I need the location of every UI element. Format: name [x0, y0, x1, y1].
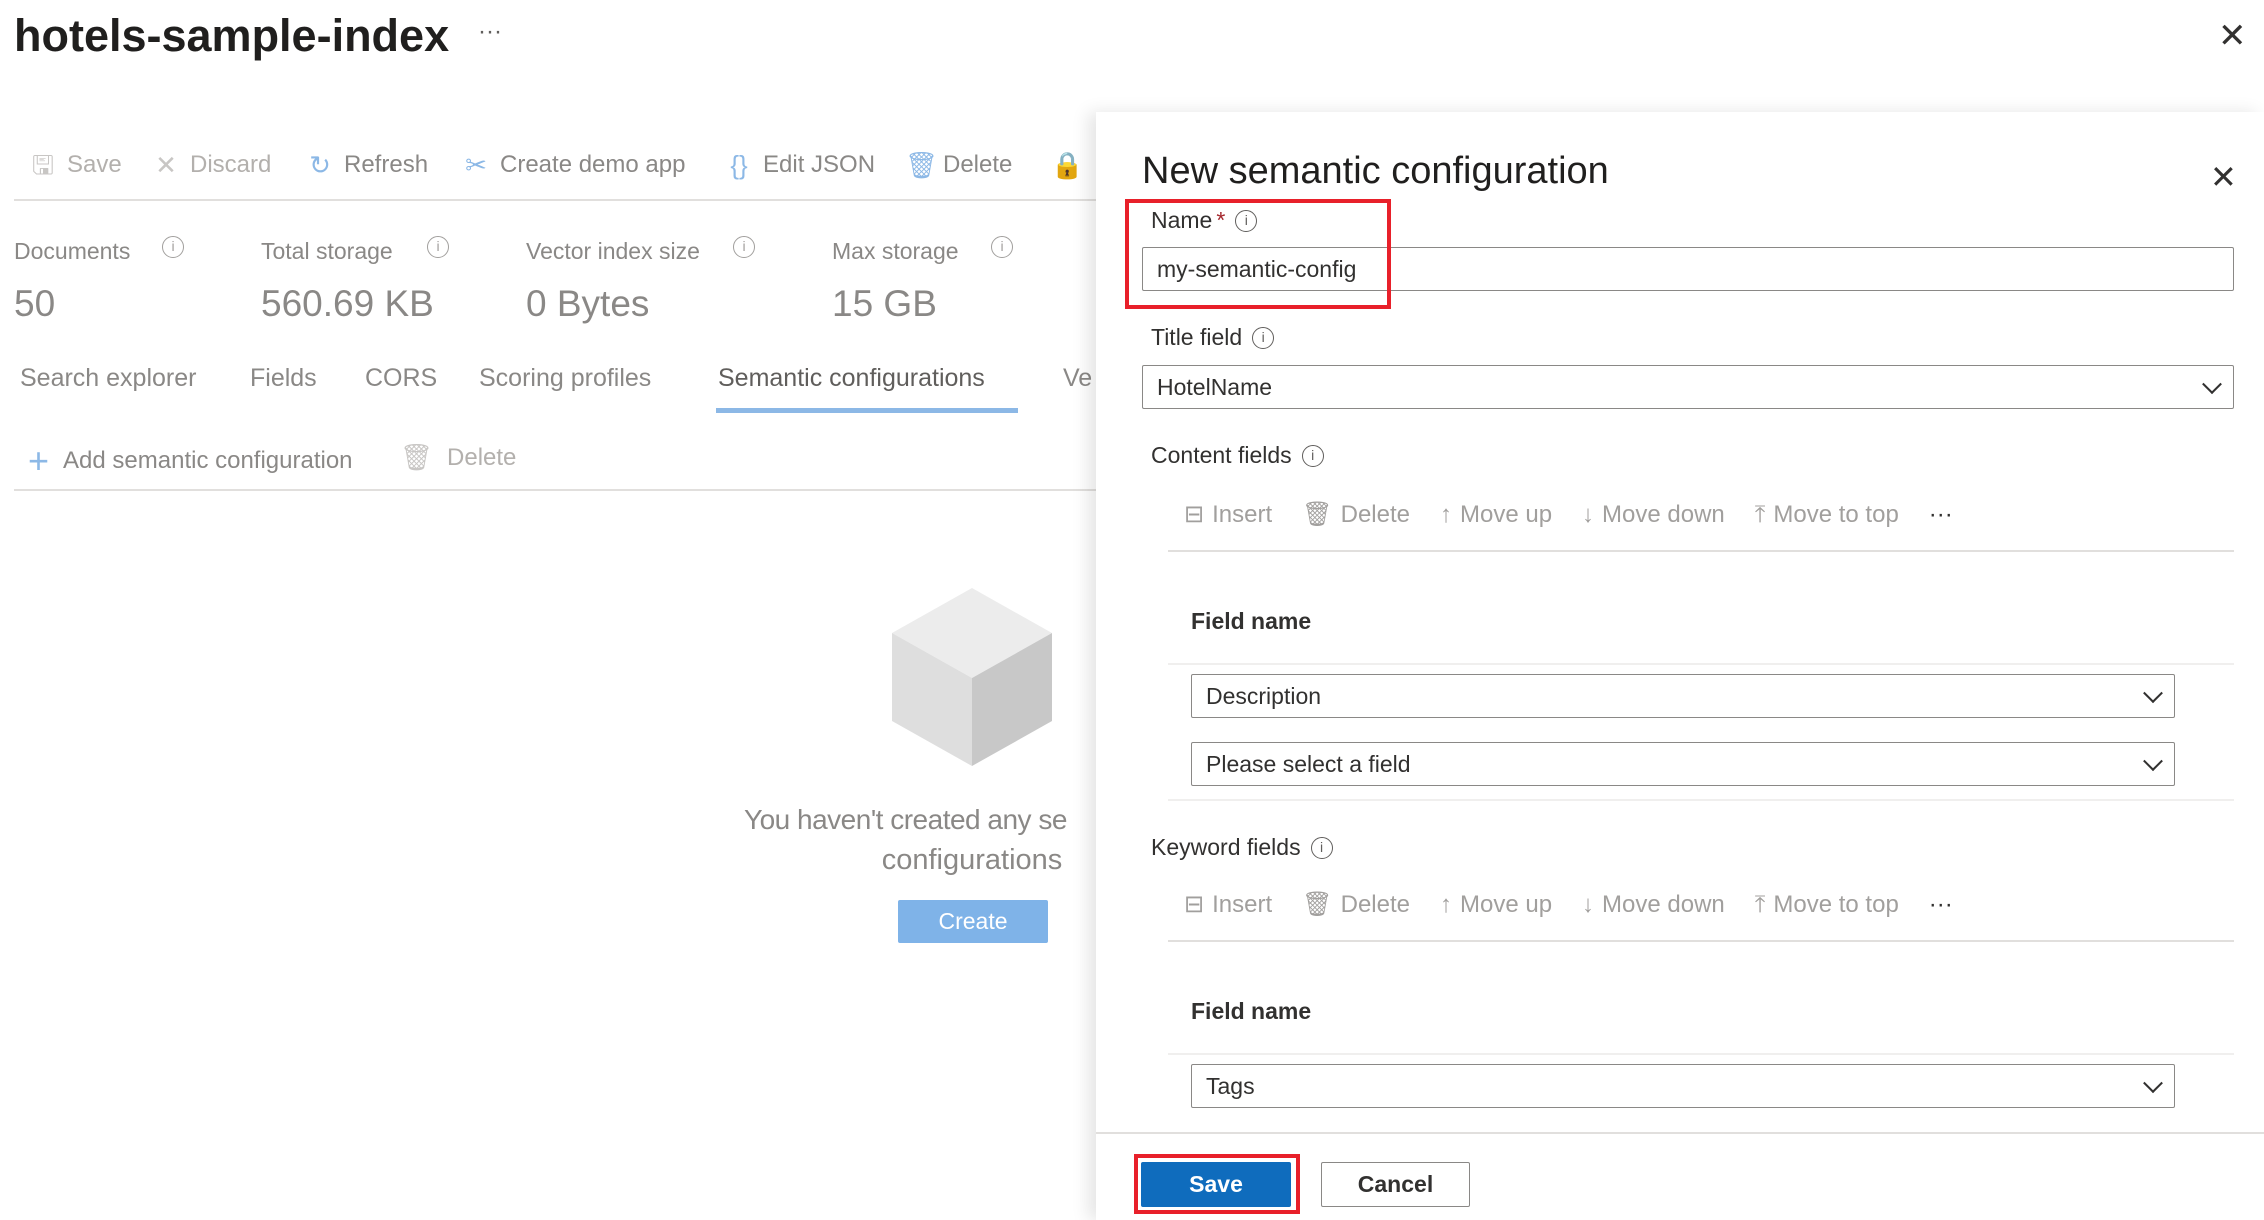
- add-semantic-configuration-button[interactable]: + Add semantic configuration: [28, 440, 353, 482]
- save-button[interactable]: 🖫 Save: [29, 150, 122, 180]
- delete-index-button[interactable]: 🗑 Delete: [905, 150, 1012, 180]
- content-field-dropdown[interactable]: Please select a field: [1191, 742, 2175, 786]
- tab-scoring-profiles[interactable]: Scoring profiles: [479, 364, 651, 393]
- stat-value: 50: [14, 283, 56, 324]
- cancel-button[interactable]: Cancel: [1321, 1162, 1470, 1207]
- trash-icon: 🗑: [905, 150, 939, 180]
- delete-button[interactable]: 🗑 Delete: [1302, 500, 1410, 529]
- divider: [1168, 550, 2234, 552]
- info-icon[interactable]: i: [427, 236, 449, 258]
- trash-icon: 🗑: [1302, 891, 1333, 918]
- info-icon[interactable]: i: [162, 236, 184, 258]
- move-up-button[interactable]: ↑ Move up: [1440, 501, 1552, 529]
- stat-value: 15 GB: [832, 283, 937, 324]
- info-icon[interactable]: i: [1301, 444, 1324, 467]
- refresh-icon: ↻: [309, 150, 331, 180]
- stat-label: Documents: [14, 238, 131, 264]
- keyword-field-dropdown[interactable]: Tags: [1191, 1064, 2175, 1108]
- arrow-down-icon: ↓: [1582, 890, 1595, 918]
- divider: [14, 199, 1096, 201]
- footer-divider: [1096, 1132, 2264, 1134]
- tab-search-explorer[interactable]: Search explorer: [20, 364, 196, 393]
- divider: [1168, 663, 2234, 665]
- divider: [1168, 1053, 2234, 1055]
- field-name-header: Field name: [1191, 608, 1312, 634]
- lock-button[interactable]: 🔒: [1051, 150, 1084, 180]
- insert-icon: ⊟: [1184, 891, 1205, 918]
- divider: [1168, 799, 2234, 801]
- more-button[interactable]: ···: [478, 18, 502, 46]
- refresh-button[interactable]: ↻ Refresh: [306, 150, 428, 180]
- move-to-top-button[interactable]: ⤒ Move to top: [1755, 891, 1899, 919]
- info-icon[interactable]: i: [1252, 326, 1275, 349]
- chevron-down-icon: [2143, 683, 2163, 704]
- close-icon[interactable]: ✕: [2218, 16, 2247, 56]
- arrow-to-top-icon: ⤒: [1754, 500, 1766, 528]
- insert-button[interactable]: ⊟ Insert: [1184, 500, 1272, 529]
- chevron-down-icon: [2143, 751, 2163, 772]
- tab-semantic-configurations[interactable]: Semantic configurations: [718, 364, 985, 393]
- edit-json-button[interactable]: {} Edit JSON: [725, 150, 875, 180]
- tab-cors[interactable]: CORS: [365, 364, 437, 393]
- discard-icon: ✕: [155, 150, 177, 180]
- create-demo-app-icon: ✂: [465, 150, 487, 180]
- stat-value: 0 Bytes: [526, 283, 650, 324]
- lock-icon: 🔒: [1051, 150, 1084, 180]
- stat-value: 560.69 KB: [261, 283, 434, 324]
- keyword-fields-toolbar: ⊟ Insert 🗑 Delete ↑ Move up ↓ Move down ⤒ Mov…: [1184, 890, 1983, 919]
- arrow-down-icon: ↓: [1582, 500, 1595, 528]
- empty-state-text: You haven't created any se: [744, 804, 1067, 835]
- move-down-button[interactable]: ↓ Move down: [1582, 501, 1725, 529]
- content-fields-toolbar: ⊟ Insert 🗑 Delete ↑ Move up ↓ Move down ⤒ Mov…: [1184, 500, 1983, 529]
- move-to-top-button[interactable]: ⤒ Move to top: [1755, 501, 1899, 529]
- info-icon[interactable]: i: [991, 236, 1013, 258]
- active-tab-underline: [716, 408, 1018, 413]
- stat-label: Vector index size: [526, 238, 700, 264]
- empty-state-text: configurations: [881, 844, 1063, 876]
- create-button[interactable]: Create: [898, 900, 1048, 943]
- arrow-up-icon: ↑: [1439, 890, 1452, 918]
- title-field-dropdown[interactable]: HotelName: [1142, 365, 2234, 409]
- index-page: hotels-sample-index ··· 🖫 Save ✕ Discard ↻…: [0, 0, 1100, 1220]
- trash-icon: 🗑: [1302, 501, 1333, 528]
- delete-button[interactable]: 🗑 Delete: [1302, 890, 1410, 919]
- title-field-label: Title field i: [1151, 324, 1275, 351]
- keyword-fields-label: Keyword fields i: [1151, 834, 1333, 861]
- insert-button[interactable]: ⊟ Insert: [1184, 890, 1272, 919]
- info-icon[interactable]: i: [733, 236, 755, 258]
- trash-icon: 🗑: [400, 442, 434, 472]
- tab-vector-profiles[interactable]: Ve: [1063, 364, 1092, 393]
- arrow-up-icon: ↑: [1439, 500, 1452, 528]
- highlight-box: [1125, 199, 1391, 309]
- arrow-to-top-icon: ⤒: [1754, 890, 1766, 918]
- discard-button[interactable]: ✕ Discard: [152, 150, 271, 180]
- content-fields-label: Content fields i: [1151, 442, 1324, 469]
- panel-title: New semantic configuration: [1142, 150, 1609, 192]
- chevron-down-icon: [2202, 374, 2222, 395]
- move-up-button[interactable]: ↑ Move up: [1440, 891, 1552, 919]
- create-demo-app-button[interactable]: ✂ Create demo app: [462, 150, 685, 180]
- stat-label: Total storage: [261, 238, 393, 264]
- save-icon: 🖫: [31, 150, 55, 180]
- info-icon[interactable]: i: [1310, 836, 1333, 859]
- empty-cube-icon: [892, 588, 1052, 766]
- braces-icon: {}: [730, 150, 748, 180]
- content-field-dropdown[interactable]: Description: [1191, 674, 2175, 718]
- page-title: hotels-sample-index: [14, 10, 450, 61]
- plus-icon: +: [28, 440, 50, 481]
- close-icon[interactable]: ✕: [2210, 158, 2237, 196]
- divider: [1168, 940, 2234, 942]
- more-button[interactable]: ···: [1929, 891, 1953, 919]
- stat-label: Max storage: [832, 238, 959, 264]
- move-down-button[interactable]: ↓ Move down: [1582, 891, 1725, 919]
- delete-semantic-configuration-button[interactable]: 🗑 Delete: [400, 442, 516, 473]
- chevron-down-icon: [2143, 1073, 2163, 1094]
- more-button[interactable]: ···: [1929, 501, 1953, 529]
- insert-icon: ⊟: [1184, 501, 1205, 528]
- tab-fields[interactable]: Fields: [250, 364, 317, 393]
- highlight-box: [1134, 1154, 1300, 1214]
- field-name-header: Field name: [1191, 998, 1312, 1024]
- divider: [14, 489, 1096, 491]
